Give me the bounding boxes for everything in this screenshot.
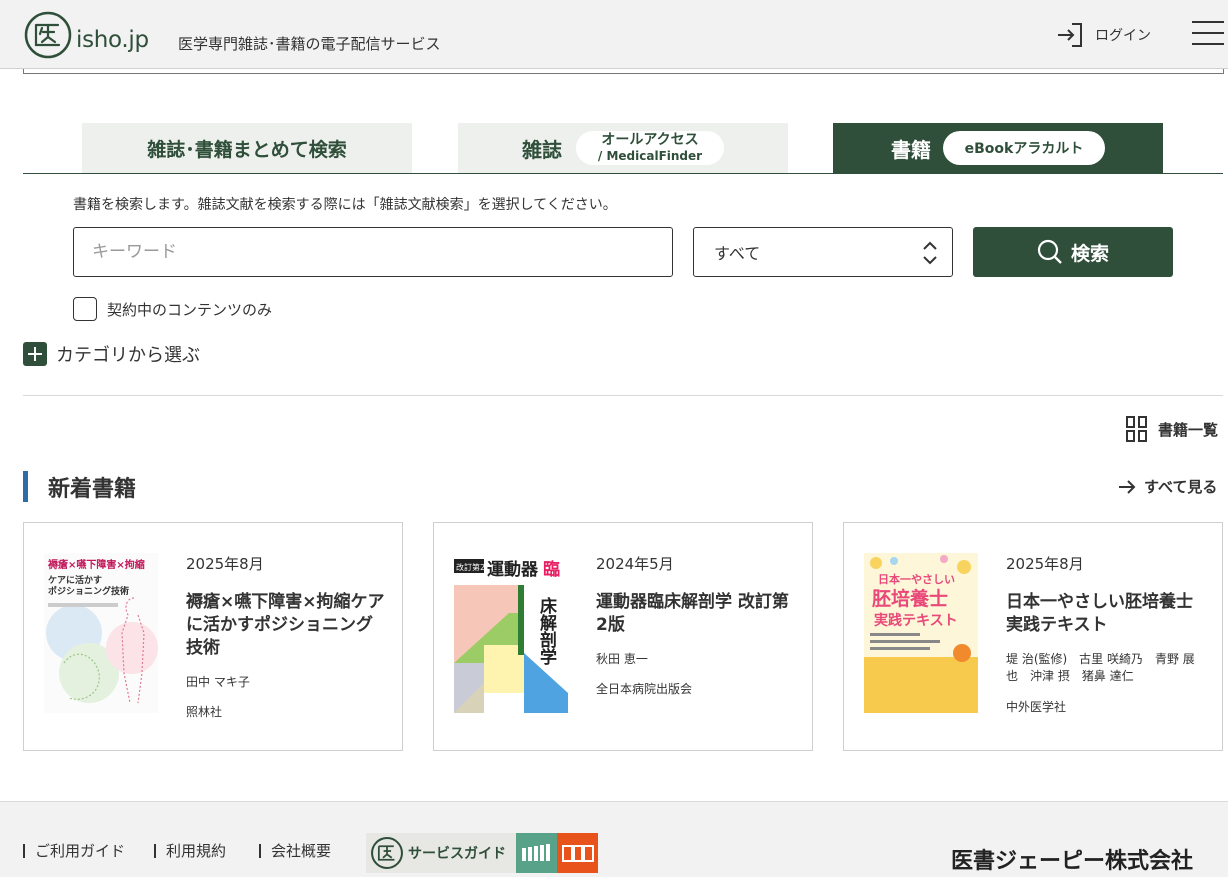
- service-guide-label: サービスガイド: [408, 846, 506, 862]
- site-logo[interactable]: isho.jp: [23, 9, 155, 61]
- book-info: 2025年8月 褥瘡×嚥下障害×拘縮ケアに活かすポジショニング技術 田中 マキ子…: [186, 553, 386, 720]
- login-label: ログイン: [1095, 28, 1151, 44]
- cover-title-h: 運動器: [487, 559, 539, 580]
- plus-icon: [23, 342, 47, 366]
- menu-bar-icon: [1192, 43, 1224, 45]
- hamburger-menu-button[interactable]: [1192, 21, 1224, 47]
- company-name: 医書ジェーピー株式会社: [951, 849, 1194, 874]
- cover-title-line1: 褥瘡×嚥下障害×拘縮: [47, 558, 145, 571]
- cover-art: 日本一やさしい 胚培養士 実践テキスト: [864, 553, 978, 713]
- up-down-chevron-icon: [923, 241, 937, 265]
- search-button-label: 検索: [1070, 242, 1109, 265]
- magazine-pill: オールアクセス / MedicalFinder: [576, 131, 724, 165]
- book-cover-image[interactable]: 褥瘡×嚥下障害×拘縮 ケアに活かす ポジショニング技術: [44, 553, 158, 713]
- logo-mark-icon: [24, 11, 72, 59]
- cover-title-line3: 実践テキスト: [874, 612, 958, 629]
- book-author: 秋田 恵一: [596, 651, 648, 666]
- cover-title-line2: ケアに活かす: [48, 574, 102, 586]
- book-title[interactable]: 日本一やさしい胚培養士実践テキスト: [1006, 591, 1206, 637]
- login-link[interactable]: ログイン: [1057, 22, 1151, 48]
- arrow-right-icon: [1119, 479, 1136, 494]
- service-guide-main: サービスガイド: [366, 833, 516, 873]
- book-publisher: 照林社: [186, 705, 223, 720]
- cover-title-line3: ポジショニング技術: [48, 585, 129, 597]
- footer-link-guide[interactable]: ご利用ガイド: [23, 844, 125, 859]
- menu-bar-icon: [1192, 21, 1224, 23]
- heading-accent-bar: [23, 471, 28, 502]
- category-toggle[interactable]: カテゴリから選ぶ: [23, 341, 200, 367]
- see-all-link[interactable]: すべて見る: [1118, 476, 1217, 497]
- search-note: 書籍を検索します。雑誌文献を検索する際には「雑誌文献検索」を選択してください。: [73, 197, 617, 213]
- section-divider: [23, 395, 1223, 396]
- book-info: 2025年8月 日本一やさしい胚培養士実践テキスト 堤 治(監修) 古里 咲綺乃…: [1006, 553, 1206, 715]
- tab-combined-search[interactable]: 雑誌･書籍まとめて検索: [82, 123, 412, 173]
- category-label: カテゴリから選ぶ: [56, 345, 200, 366]
- book-card[interactable]: 日本一やさしい 胚培養士 実践テキスト 2025年8月 日本一やさしい胚培養士実…: [843, 522, 1223, 751]
- book-publisher: 全日本病院出版会: [596, 682, 693, 697]
- tab-underline: [23, 173, 1223, 174]
- new-books-title: 新着書籍: [48, 476, 137, 502]
- books-icon: [516, 833, 557, 873]
- magazine-pill-line2: / MedicalFinder: [597, 149, 703, 164]
- logo-text: isho.jp: [76, 27, 149, 53]
- service-guide-banner[interactable]: サービスガイド: [366, 833, 598, 873]
- tab-magazine[interactable]: 雑誌 オールアクセス / MedicalFinder: [458, 123, 788, 173]
- cover-title-line2: 胚培養士: [871, 587, 948, 610]
- scope-select-value: すべて: [714, 244, 761, 263]
- book-author: 田中 マキ子: [186, 674, 250, 689]
- logo-mark-icon: [371, 837, 403, 869]
- contract-only-checkbox[interactable]: 契約中のコンテンツのみ: [73, 297, 272, 321]
- grid-icon: [1126, 416, 1147, 442]
- checkbox-box[interactable]: [73, 297, 97, 321]
- tab-book[interactable]: 書籍 eBookアラカルト: [833, 123, 1163, 173]
- magazines-icon: [557, 833, 598, 873]
- book-list-link[interactable]: 書籍一覧: [1126, 416, 1218, 442]
- cover-art: 褥瘡×嚥下障害×拘縮 ケアに活かす ポジショニング技術: [44, 553, 158, 713]
- site-tagline: 医学専門雑誌･書籍の電子配信サービス: [178, 35, 441, 53]
- see-all-label: すべて見る: [1144, 478, 1218, 496]
- cover-title-v: 床解剖学: [536, 596, 557, 666]
- tab-combined-label: 雑誌･書籍まとめて検索: [147, 138, 347, 161]
- new-books-heading: 新着書籍: [23, 471, 136, 502]
- footer-link-terms[interactable]: 利用規約: [154, 844, 226, 859]
- search-icon: [1037, 239, 1062, 264]
- book-publisher: 中外医学社: [1006, 699, 1067, 714]
- scope-select[interactable]: すべて: [693, 227, 953, 277]
- book-date: 2025年8月: [1006, 555, 1084, 573]
- book-date: 2025年8月: [186, 555, 264, 573]
- magazine-pill-line1: オールアクセス: [601, 132, 699, 149]
- book-title[interactable]: 運動器臨床解剖学 改訂第2版: [596, 591, 796, 637]
- book-date: 2024年5月: [596, 555, 674, 573]
- footer-link-company[interactable]: 会社概要: [259, 844, 331, 859]
- tab-magazine-label: 雑誌: [522, 137, 562, 162]
- book-list-label: 書籍一覧: [1158, 420, 1219, 439]
- book-cover-image[interactable]: 日本一やさしい 胚培養士 実践テキスト: [864, 553, 978, 713]
- book-card[interactable]: 改訂第2版 運動器 臨 床解剖学 2024年5月 運動器臨床解剖学 改訂第2版 …: [433, 522, 813, 751]
- book-title[interactable]: 褥瘡×嚥下障害×拘縮ケアに活かすポジショニング技術: [186, 591, 386, 660]
- cover-title-line1: 日本一やさしい: [878, 572, 955, 586]
- site-header: isho.jp 医学専門雑誌･書籍の電子配信サービス ログイン: [0, 0, 1228, 69]
- tab-book-label: 書籍: [891, 137, 931, 162]
- search-button[interactable]: 検索: [973, 227, 1173, 277]
- keyword-input[interactable]: [73, 227, 673, 277]
- book-cover-image[interactable]: 改訂第2版 運動器 臨 床解剖学: [454, 553, 568, 713]
- book-info: 2024年5月 運動器臨床解剖学 改訂第2版 秋田 恵一 全日本病院出版会: [596, 553, 796, 697]
- menu-bar-icon: [1192, 32, 1224, 34]
- book-pill: eBookアラカルト: [943, 131, 1105, 165]
- book-card[interactable]: 褥瘡×嚥下障害×拘縮 ケアに活かす ポジショニング技術 2025年8月 褥瘡×嚥…: [23, 522, 403, 751]
- login-icon: [1058, 23, 1082, 47]
- contract-only-label: 契約中のコンテンツのみ: [107, 300, 273, 319]
- cover-title-accent: 臨: [543, 559, 560, 580]
- header-strip: [23, 69, 1224, 74]
- book-author: 堤 治(監修) 古里 咲綺乃 青野 展也 沖津 摂 猪鼻 達仁: [1006, 651, 1195, 684]
- cover-art: 改訂第2版 運動器 臨 床解剖学: [454, 553, 568, 713]
